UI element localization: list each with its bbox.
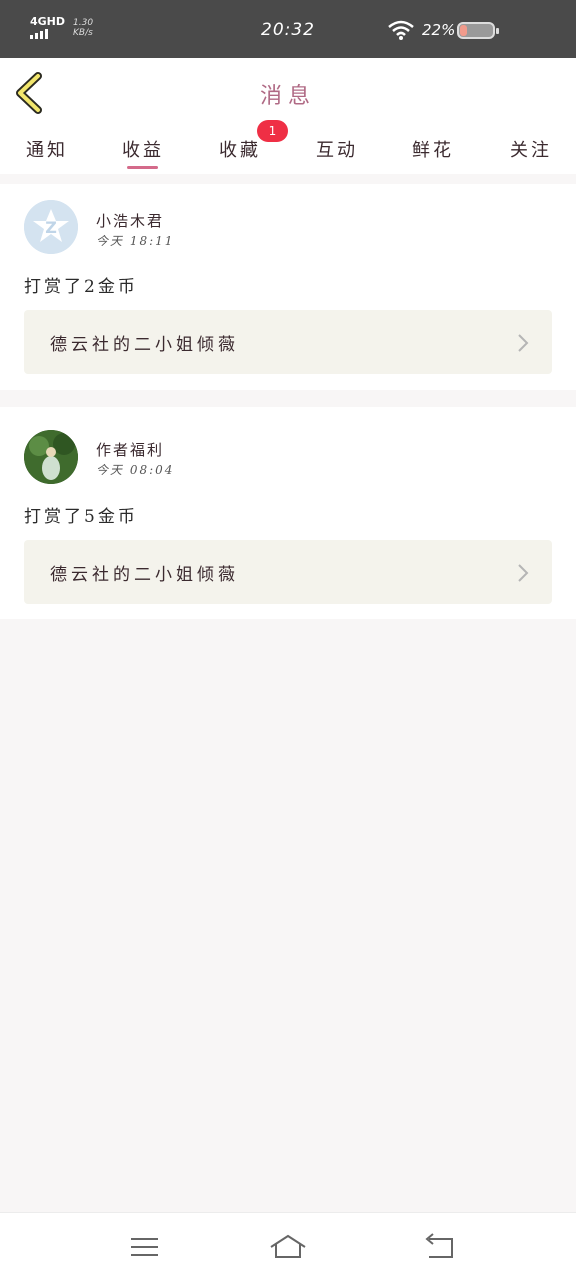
book-link[interactable]: 德云社的二小姐倾薇: [24, 540, 552, 604]
tab-follows[interactable]: 关注: [496, 136, 566, 162]
battery-percent: 22%: [422, 21, 456, 39]
message-text: 打赏了5金币: [24, 507, 138, 527]
message-text: 打赏了2金币: [24, 277, 138, 297]
back-icon[interactable]: [420, 1231, 460, 1263]
system-nav-bar: [0, 1212, 576, 1281]
avatar[interactable]: Z: [24, 200, 78, 254]
svg-text:Z: Z: [45, 218, 57, 237]
favorites-badge: 1: [257, 120, 288, 142]
default-avatar-icon: Z: [24, 200, 78, 254]
message-card: 作者福利 今天 08:04 打赏了5金币 德云社的二小姐倾薇: [0, 407, 576, 619]
username[interactable]: 作者福利: [96, 439, 164, 460]
wifi-icon: [388, 20, 414, 40]
page-header: 消息: [0, 58, 576, 129]
battery-icon: [457, 22, 499, 39]
tab-flowers[interactable]: 鲜花: [398, 136, 468, 162]
status-bar: 4GHD 1.30 KB/s 20:32 22%: [0, 0, 576, 58]
username[interactable]: 小浩木君: [96, 210, 164, 231]
tab-interactions[interactable]: 互动: [302, 136, 372, 162]
book-title: 德云社的二小姐倾薇: [50, 565, 239, 585]
menu-icon[interactable]: [124, 1231, 164, 1263]
timestamp: 今天 08:04: [96, 463, 175, 477]
battery-level: [460, 25, 467, 36]
book-title: 德云社的二小姐倾薇: [50, 335, 239, 355]
home-icon[interactable]: [268, 1231, 308, 1263]
tab-notifications[interactable]: 通知: [12, 136, 82, 162]
book-link[interactable]: 德云社的二小姐倾薇: [24, 310, 552, 374]
chevron-right-icon: [518, 334, 529, 352]
tab-earnings[interactable]: 收益: [108, 136, 178, 169]
tab-bar: 通知 收益 收藏 互动 鲜花 关注: [0, 128, 576, 174]
chevron-right-icon: [518, 564, 529, 582]
avatar[interactable]: [24, 430, 78, 484]
page-title: 消息: [259, 84, 316, 109]
user-photo-icon: [24, 430, 78, 484]
timestamp: 今天 18:11: [96, 234, 175, 248]
message-card: Z 小浩木君 今天 18:11 打赏了2金币 德云社的二小姐倾薇: [0, 184, 576, 390]
